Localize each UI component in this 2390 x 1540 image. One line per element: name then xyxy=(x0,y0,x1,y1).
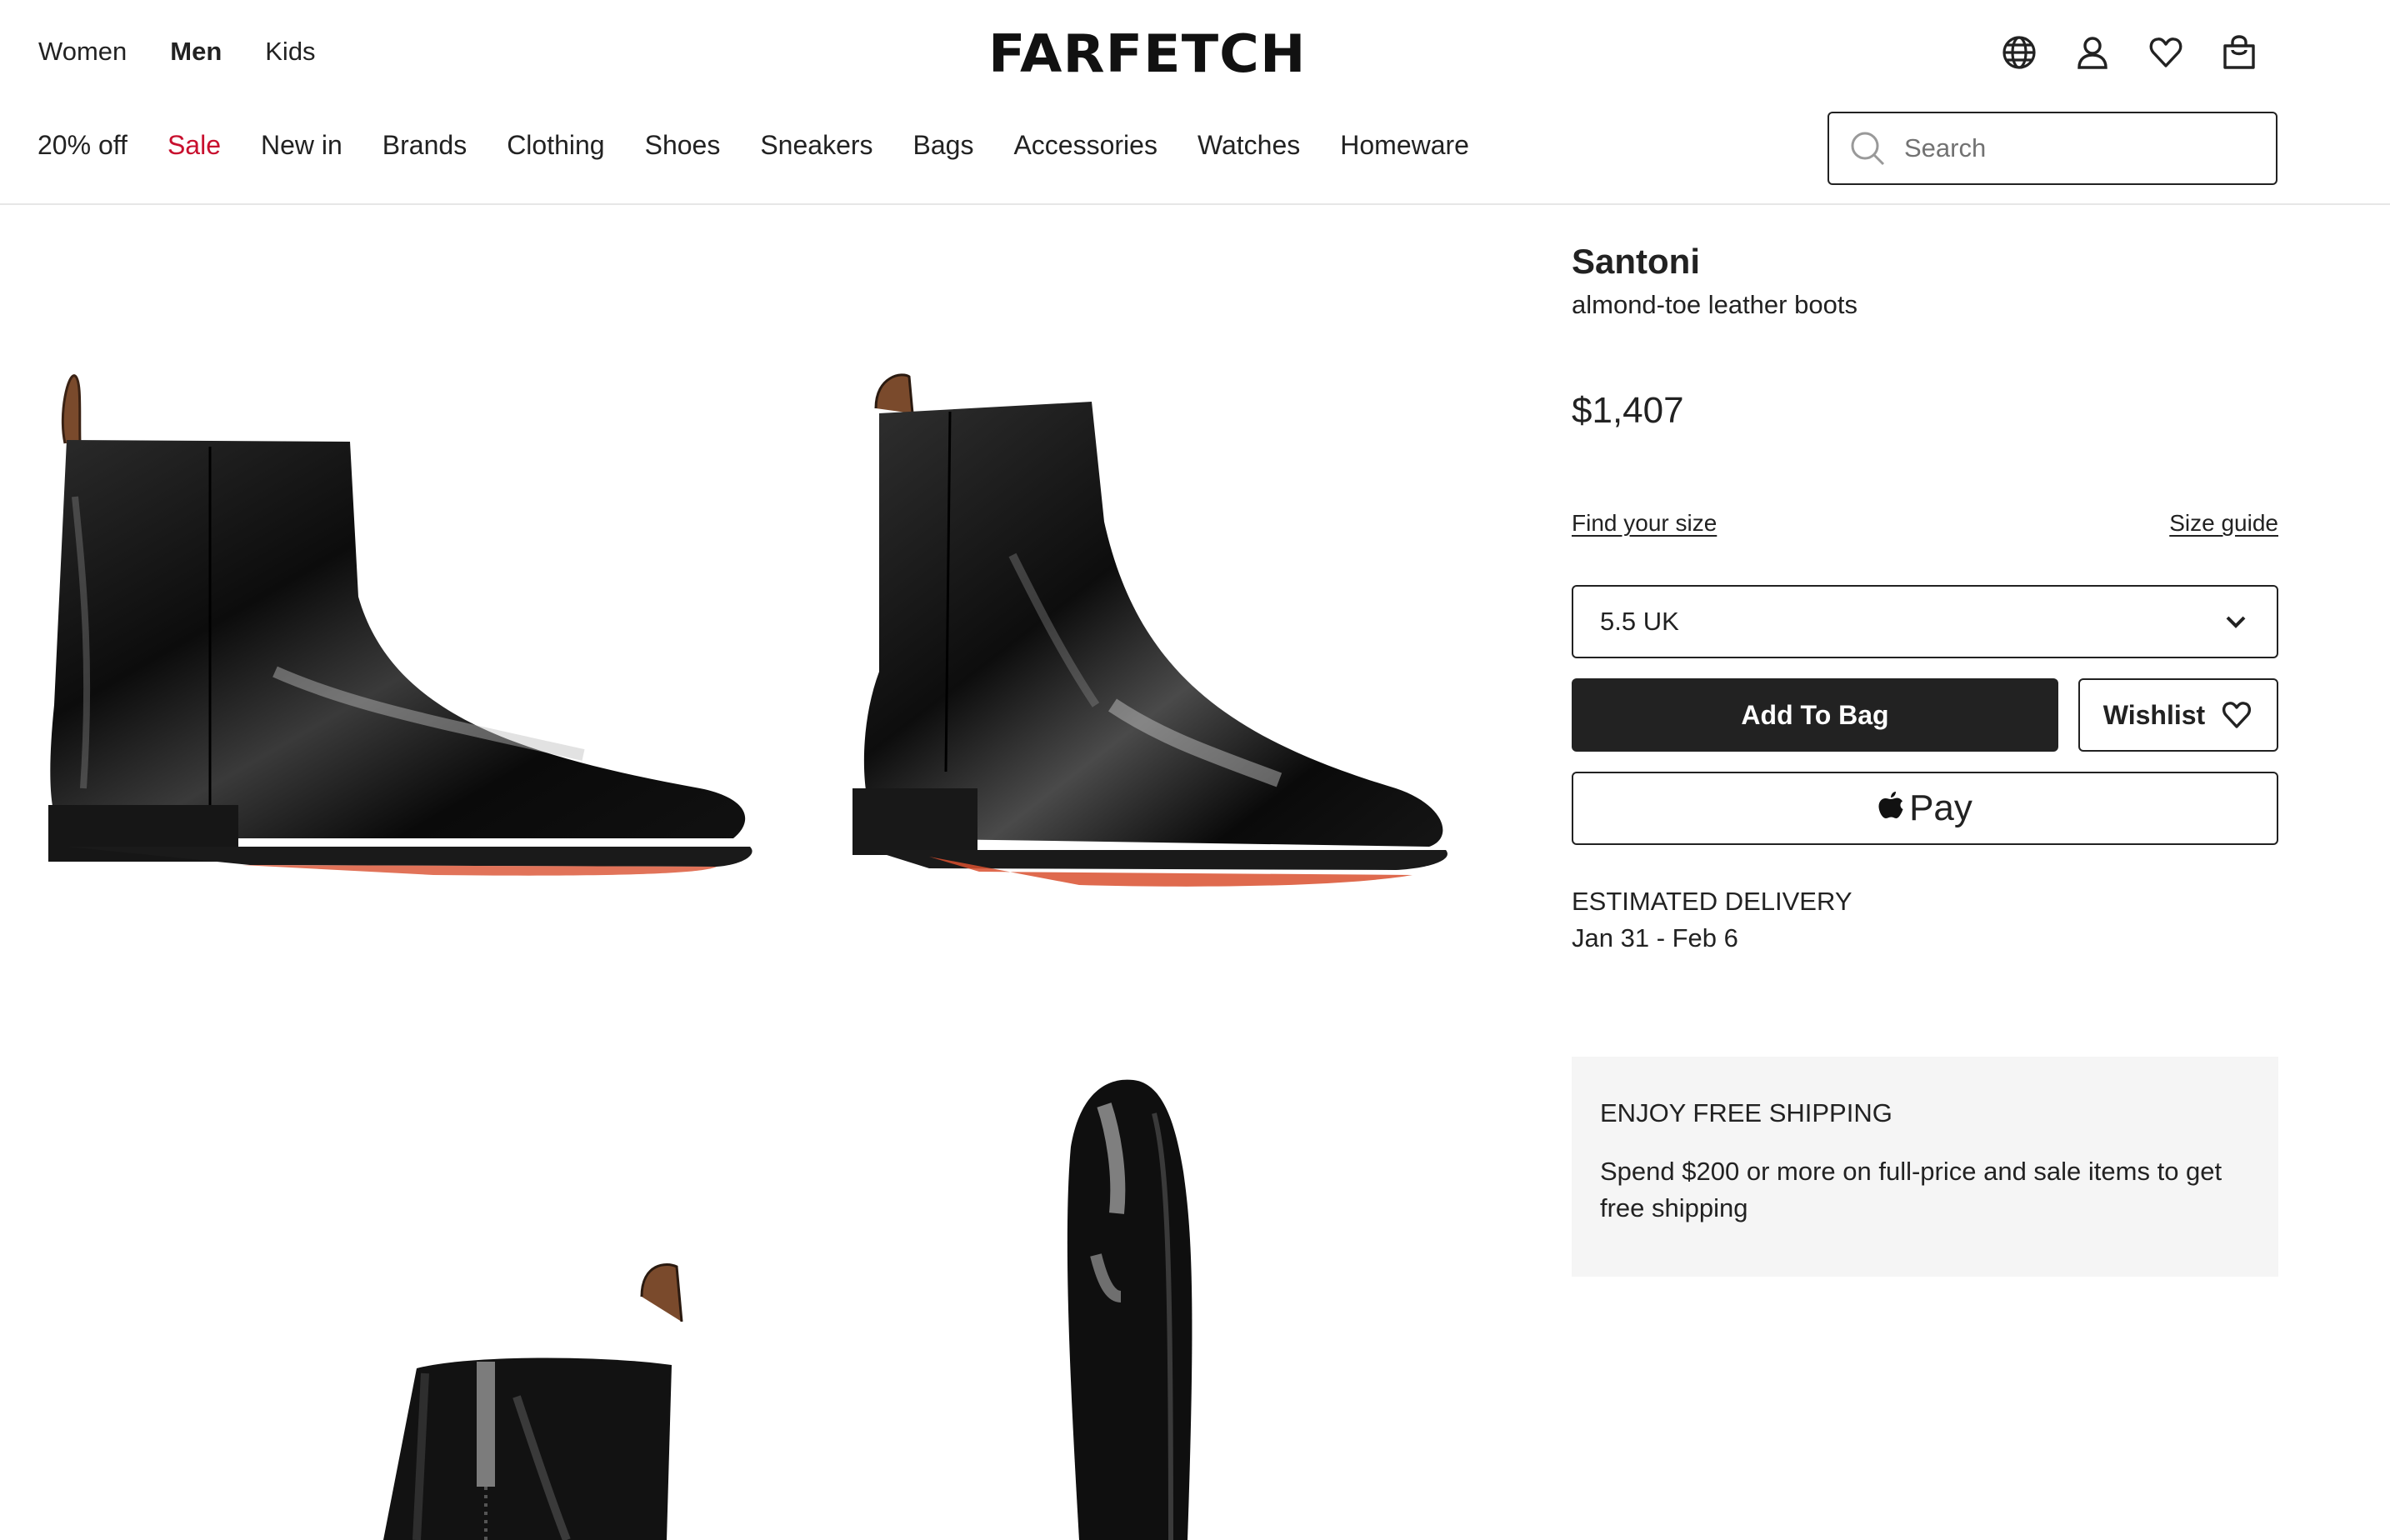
search-input[interactable] xyxy=(1904,133,2254,163)
size-select[interactable]: 5.5 UK xyxy=(1572,585,2278,658)
product-price: $1,407 xyxy=(1572,390,1684,431)
product-image-3[interactable] xyxy=(0,1047,762,1540)
heart-icon xyxy=(2222,702,2252,728)
wishlist-button-label: Wishlist xyxy=(2102,699,2206,730)
nav-sneakers[interactable]: Sneakers xyxy=(760,130,872,161)
selected-size: 5.5 UK xyxy=(1600,607,1679,636)
shopping-bag-icon[interactable] xyxy=(2220,33,2258,72)
wishlist-heart-icon[interactable] xyxy=(2147,33,2185,72)
nav-homeware[interactable]: Homeware xyxy=(1340,130,1469,161)
nav-bags[interactable]: Bags xyxy=(913,130,974,161)
nav-sale[interactable]: Sale xyxy=(168,130,221,161)
product-name: almond-toe leather boots xyxy=(1572,290,1858,319)
estimated-delivery-date: Jan 31 - Feb 6 xyxy=(1572,923,1738,952)
promo-body: Spend $200 or more on full-price and sal… xyxy=(1600,1157,2222,1222)
account-icon[interactable] xyxy=(2073,33,2112,72)
nav-brands[interactable]: Brands xyxy=(382,130,467,161)
chevron-down-icon xyxy=(2226,616,2246,628)
apple-pay-button[interactable]: Pay xyxy=(1572,772,2278,845)
find-your-size-link[interactable]: Find your size xyxy=(1572,510,1717,537)
globe-icon[interactable] xyxy=(2000,33,2038,72)
wishlist-button[interactable]: Wishlist xyxy=(2078,678,2278,752)
tab-men[interactable]: Men xyxy=(170,37,222,67)
search-icon xyxy=(1851,132,1885,166)
tab-women[interactable]: Women xyxy=(38,37,127,67)
search-box[interactable] xyxy=(1828,112,2278,185)
product-brand[interactable]: Santoni xyxy=(1572,242,1700,282)
nav-clothing[interactable]: Clothing xyxy=(507,130,604,161)
nav-accessories[interactable]: Accessories xyxy=(1013,130,1158,161)
logo[interactable]: FARFETCH xyxy=(988,25,1343,83)
size-links: Find your size Size guide xyxy=(1572,510,2278,537)
estimated-delivery-label: ESTIMATED DELIVERY xyxy=(1572,887,1852,916)
free-shipping-promo: ENJOY FREE SHIPPING Spend $200 or more o… xyxy=(1572,1057,2278,1277)
tab-kids[interactable]: Kids xyxy=(265,37,315,67)
category-nav: 20% off Sale New in Brands Clothing Shoe… xyxy=(38,130,1509,161)
product-image-4[interactable] xyxy=(762,1047,1525,1540)
header-icons xyxy=(2000,33,2258,72)
apple-pay-label: Pay xyxy=(1909,788,1972,828)
nav-20-off[interactable]: 20% off xyxy=(38,130,128,161)
nav-new-in[interactable]: New in xyxy=(261,130,342,161)
apple-logo-icon xyxy=(1878,792,1903,818)
nav-shoes[interactable]: Shoes xyxy=(645,130,721,161)
product-gallery xyxy=(0,205,1525,1540)
add-to-bag-button[interactable]: Add To Bag xyxy=(1572,678,2058,752)
promo-title: ENJOY FREE SHIPPING xyxy=(1600,1098,1892,1128)
product-image-1[interactable] xyxy=(0,205,762,1047)
nav-watches[interactable]: Watches xyxy=(1198,130,1300,161)
product-image-2[interactable] xyxy=(762,205,1525,1047)
size-guide-link[interactable]: Size guide xyxy=(2169,510,2278,537)
gender-nav: Women Men Kids xyxy=(38,37,316,67)
